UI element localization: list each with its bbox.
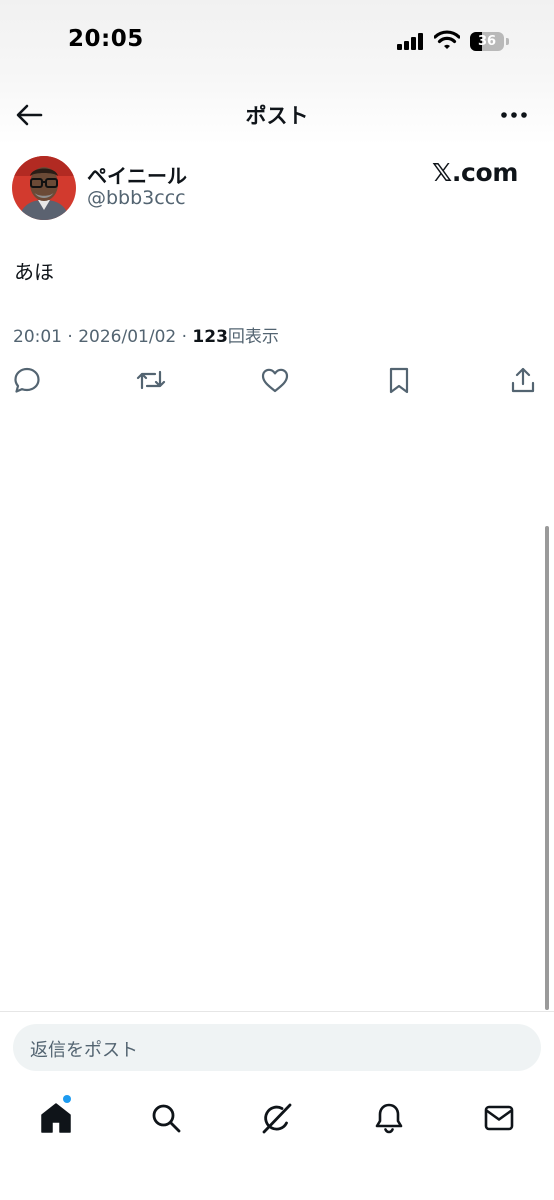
battery-cap (506, 38, 509, 45)
page-title: ポスト (245, 104, 309, 128)
repost-button[interactable] (135, 364, 167, 396)
author-handle[interactable]: @bbb3ccc (87, 187, 186, 209)
share-icon (511, 367, 535, 393)
status-bar: 20:05 36 (0, 0, 554, 80)
grok-icon (262, 1103, 292, 1134)
battery-indicator: 36 (470, 32, 504, 51)
post-metadata: 20:01 · 2026/01/02 · 123回表示 (13, 322, 279, 347)
nav-grok[interactable] (257, 1098, 297, 1138)
bottom-navigation (0, 1090, 554, 1146)
bookmark-button[interactable] (383, 364, 415, 396)
post-date[interactable]: 2026/01/02 (78, 327, 176, 347)
reply-button[interactable] (11, 364, 43, 396)
wifi-icon (433, 30, 461, 50)
post-action-bar (0, 360, 554, 402)
reply-icon (14, 367, 40, 393)
app-header: ポスト (0, 86, 554, 142)
more-options-button[interactable] (496, 100, 532, 130)
bookmark-icon (389, 367, 409, 394)
more-horizontal-icon (501, 112, 527, 118)
like-button[interactable] (259, 364, 291, 396)
nav-search[interactable] (146, 1098, 186, 1138)
post-time[interactable]: 20:01 (13, 327, 62, 347)
status-time: 20:05 (68, 26, 144, 52)
new-content-dot (63, 1095, 71, 1103)
battery-percent: 36 (477, 34, 497, 49)
repost-icon (136, 370, 166, 390)
author-display-name[interactable]: ペイニール (87, 160, 187, 189)
scrollbar[interactable] (545, 526, 549, 1010)
notifications-icon (375, 1103, 403, 1134)
share-button[interactable] (507, 364, 539, 396)
meta-separator: · (67, 327, 73, 347)
reply-placeholder: 返信をポスト (30, 1040, 138, 1061)
post-text: あほ (14, 260, 54, 284)
source-watermark: 𝕏.com (432, 158, 519, 187)
cellular-signal-icon (397, 33, 427, 50)
nav-home[interactable] (36, 1098, 76, 1138)
meta-separator: · (181, 327, 188, 347)
search-icon (152, 1104, 181, 1133)
nav-messages[interactable] (479, 1098, 519, 1138)
nav-notifications[interactable] (369, 1098, 409, 1138)
view-count-label: 回表示 (227, 327, 279, 347)
reply-input[interactable]: 返信をポスト (13, 1024, 541, 1071)
view-count: 123 (192, 327, 228, 347)
avatar[interactable] (12, 156, 76, 220)
like-icon (261, 368, 289, 393)
composer-divider (0, 1011, 554, 1012)
post-detail-screen: 20:05 36 ポスト ペイニール @bbb3ccc 𝕏.com あほ 20:… (0, 0, 554, 1200)
home-icon (41, 1103, 71, 1133)
messages-icon (484, 1105, 514, 1131)
